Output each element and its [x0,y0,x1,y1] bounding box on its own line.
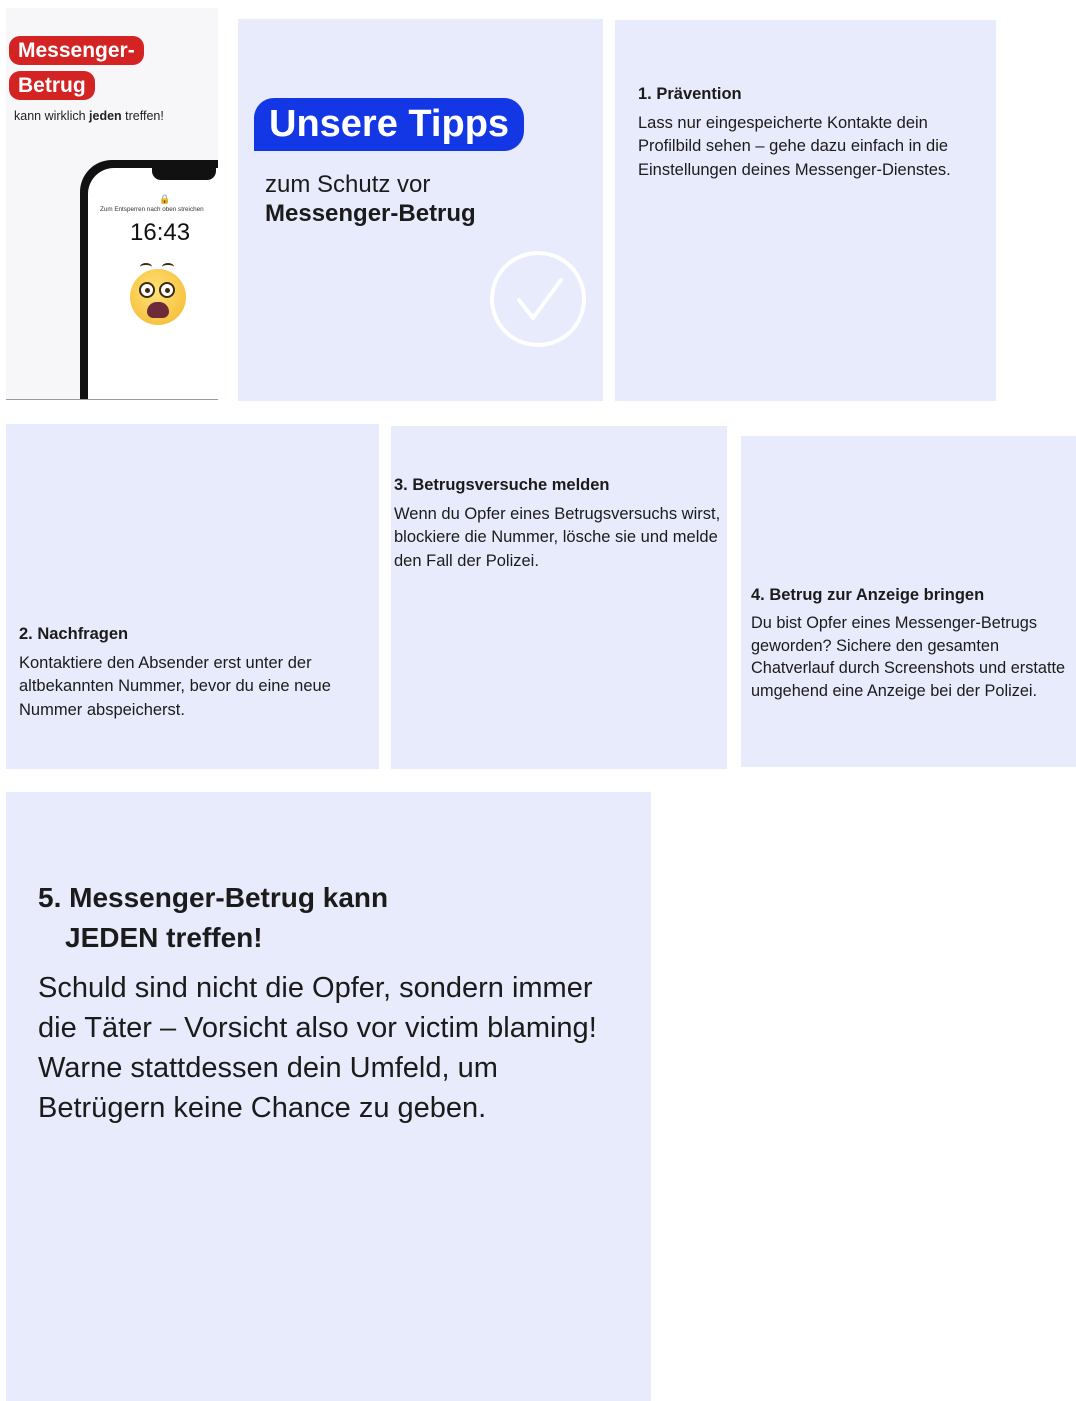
badge-line-1: Messenger- [9,36,144,65]
face-screaming-in-fear-icon [130,263,186,325]
intro-card: Unsere Tipps zum Schutz vor Messenger-Be… [238,19,603,401]
phone-illustration: 🔒 Zum Entsperren nach oben streichen 16:… [80,160,218,399]
intro-subtitle-line1: zum Schutz vor [265,171,431,198]
emoji-brow [162,263,174,271]
emoji-eye [159,282,175,298]
cover-subtitle: kann wirklich jeden treffen! [14,109,164,123]
tip-card-1: 1. Prävention Lass nur eingespeicherte K… [615,20,996,401]
tip-card-4: 4. Betrug zur Anzeige bringen Du bist Op… [741,436,1076,767]
tip-title: 2. Nachfragen [19,625,129,643]
emoji-brow [140,263,152,271]
unlock-hint: Zum Entsperren nach oben streichen [100,206,204,213]
tip-text: Kontaktiere den Absender erst unter der … [19,654,331,719]
badge-line-2: Betrug [9,71,95,100]
tip-card-5: 5. Messenger-Betrug kann JEDEN treffen! … [6,792,651,1401]
tip-title: 1. Prävention [638,85,742,103]
tip-text: Lass nur eingespeicherte Kontakte dein P… [638,114,951,179]
emoji-mouth [147,302,169,318]
tip-text: Schuld sind nicht die Opfer, sondern imm… [38,972,597,1124]
tip-title: 3. Betrugsversuche melden [394,476,610,494]
intro-subtitle-line2: Messenger-Betrug [265,200,476,227]
phone-notch [152,168,216,180]
phone-screen: 🔒 Zum Entsperren nach oben streichen 16:… [88,168,218,399]
lock-icon: 🔒 [159,194,171,204]
tip-title-line1: 5. Messenger-Betrug kann [38,882,389,913]
cover-card: Messenger- Betrug kann wirklich jeden tr… [6,8,218,400]
checkmark-circle-icon [490,251,586,347]
tip-text: Du bist Opfer eines Messenger-Betrugs ge… [751,614,1066,701]
phone-time: 16:43 [130,219,191,246]
tip-card-2: 2. Nachfragen Kontaktiere den Absender e… [6,424,379,769]
tip-title: 4. Betrug zur Anzeige bringen [751,586,985,604]
tip-title-line2: JEDEN treffen! [65,922,263,953]
tip-card-3: 3. Betrugsversuche melden Wenn du Opfer … [391,426,727,769]
intro-title: Unsere Tipps [254,98,525,151]
emoji-eye [139,282,155,298]
tip-text: Wenn du Opfer eines Betrugsversuchs wirs… [394,505,721,570]
